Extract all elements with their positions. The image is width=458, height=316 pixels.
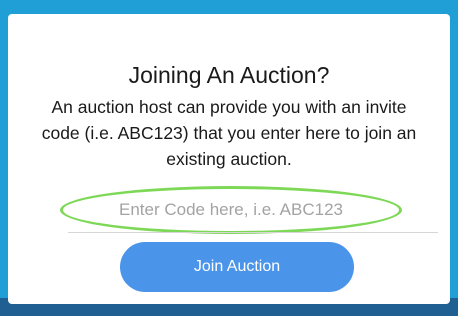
join-auction-dialog: Joining An Auction? An auction host can … (8, 14, 450, 304)
dialog-description: An auction host can provide you with an … (41, 97, 417, 169)
divider (68, 232, 438, 233)
invite-code-input[interactable] (60, 186, 402, 234)
dialog-title: Joining An Auction? (128, 62, 330, 88)
join-auction-button[interactable]: Join Auction (120, 242, 354, 292)
code-input-wrapper (60, 186, 402, 234)
